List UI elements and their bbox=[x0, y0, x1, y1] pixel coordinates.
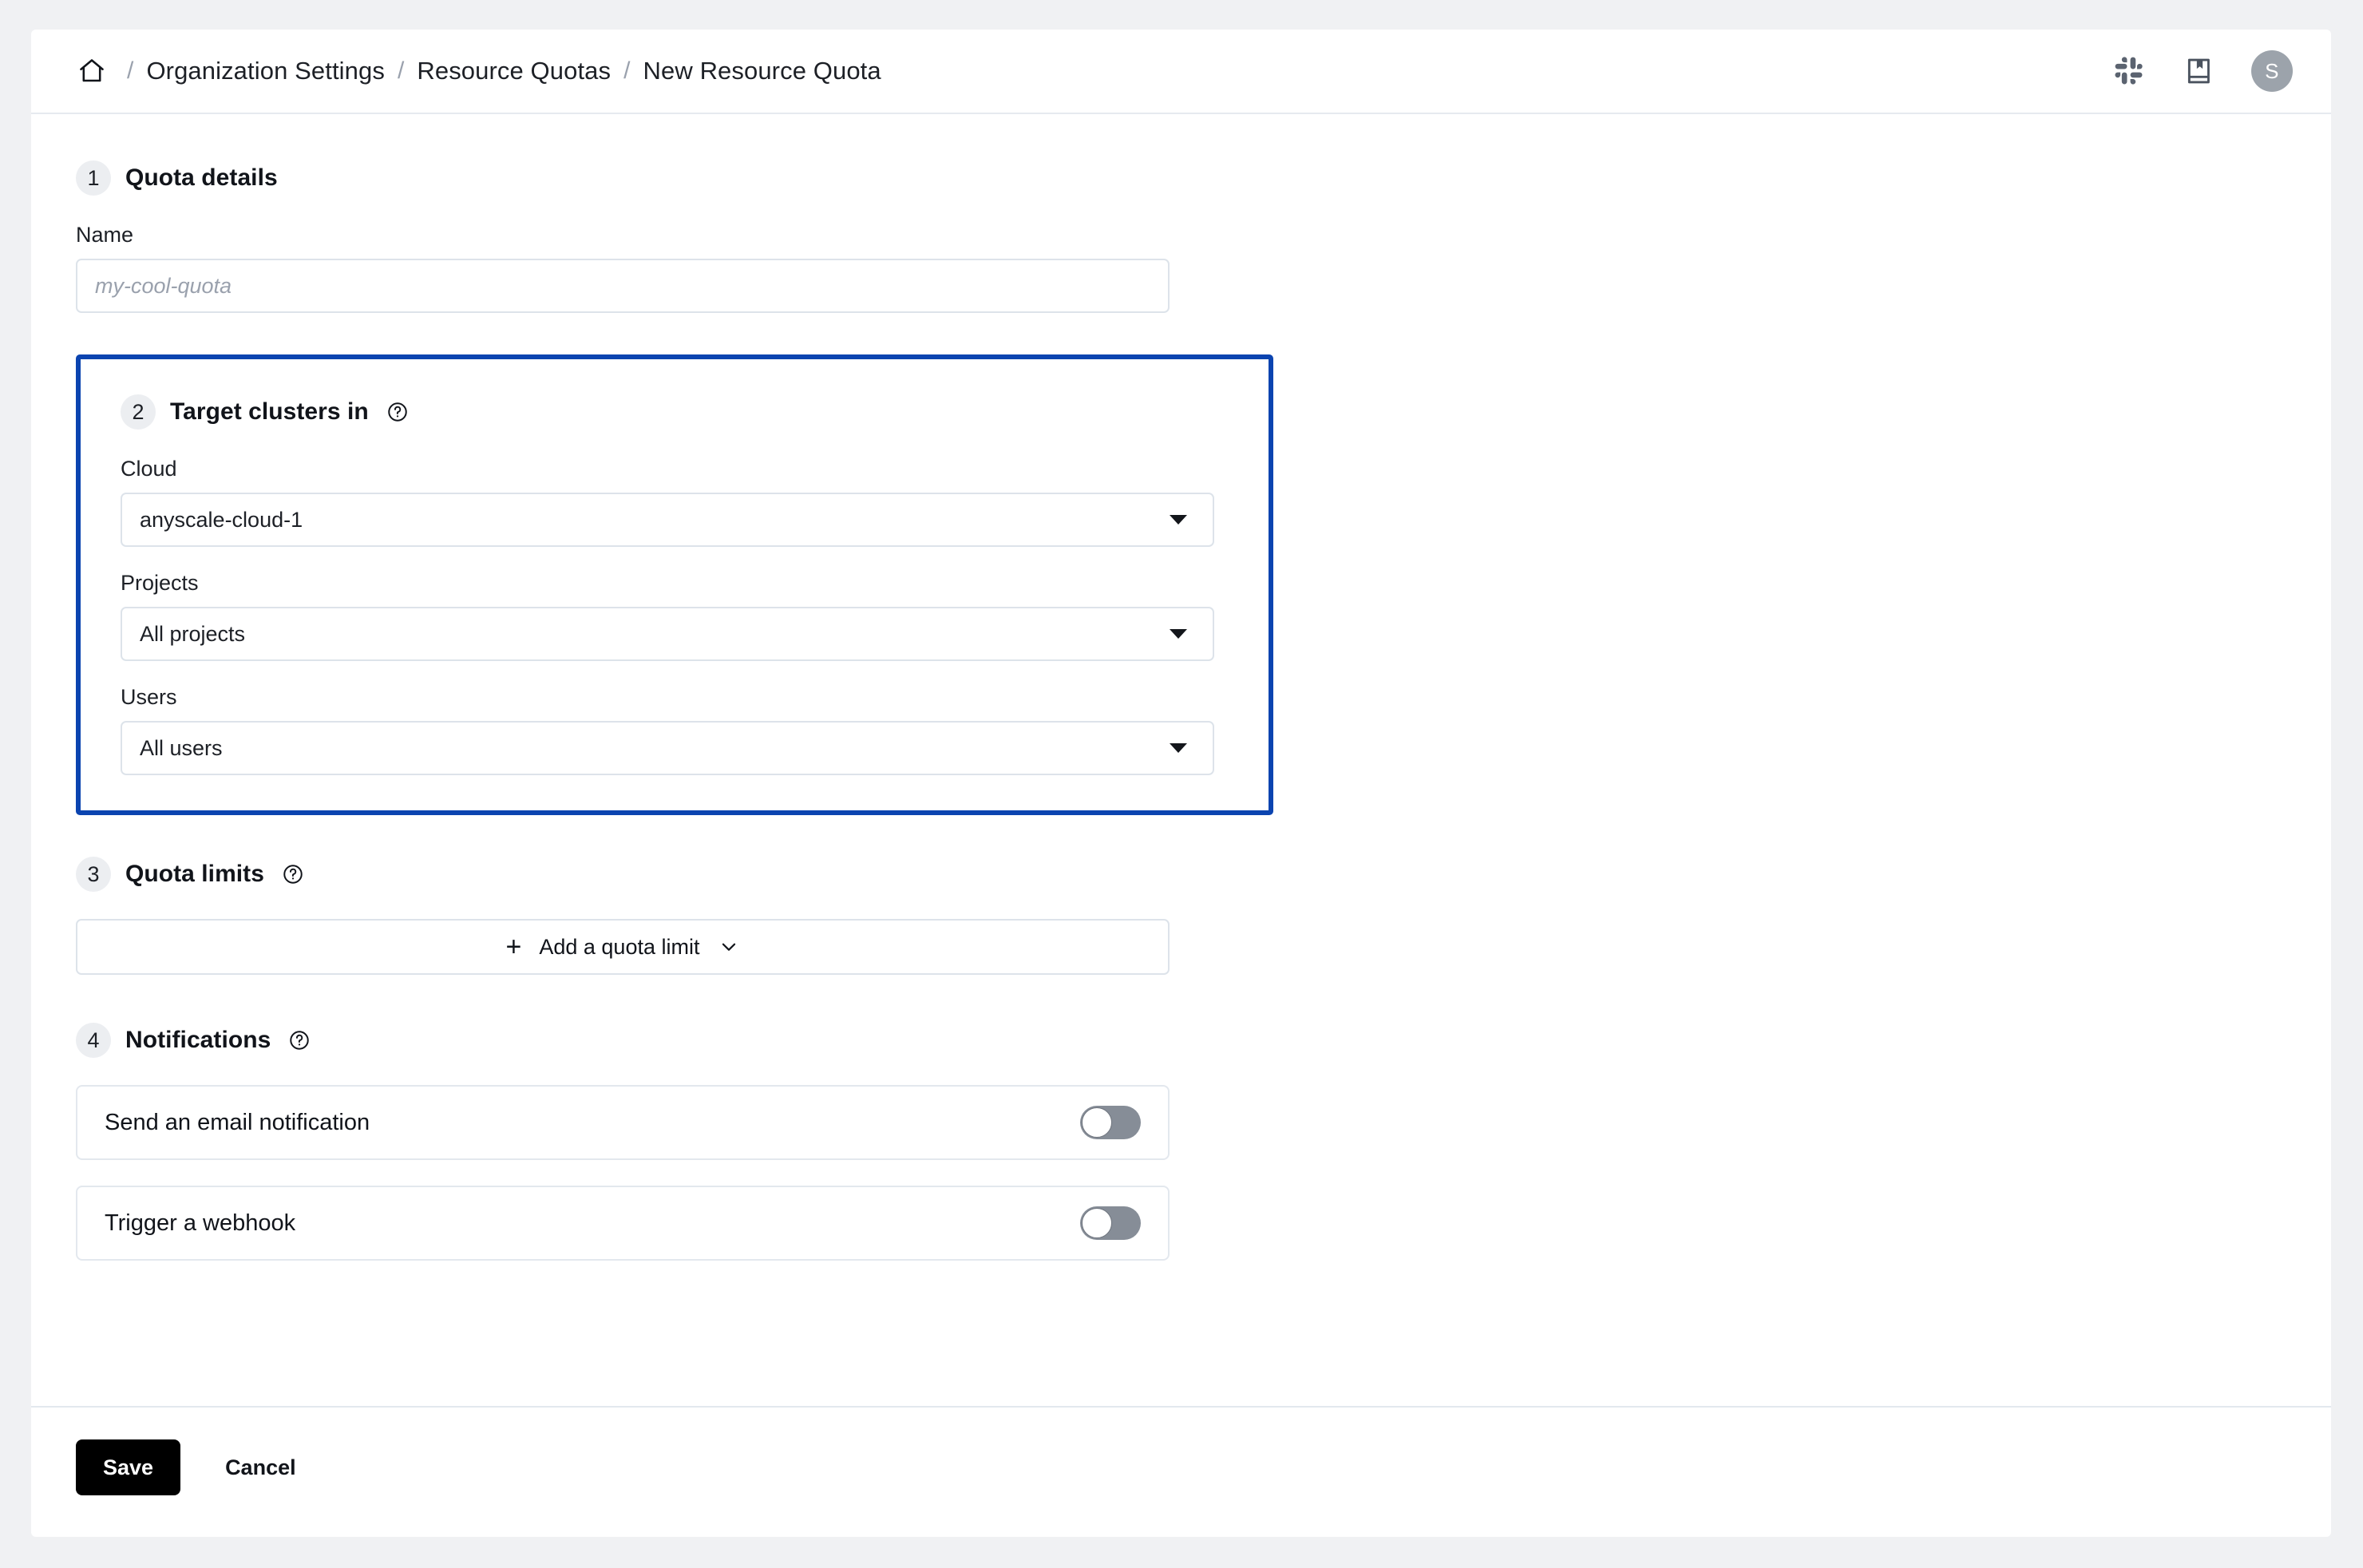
section-title-target-clusters: Target clusters in bbox=[170, 398, 369, 425]
top-bar: / Organization Settings / Resource Quota… bbox=[31, 30, 2331, 114]
help-circle-icon-target-clusters[interactable] bbox=[386, 400, 410, 424]
toggle-email-notification[interactable] bbox=[1080, 1106, 1141, 1139]
label-cloud: Cloud bbox=[121, 457, 177, 481]
breadcrumb-item-resource-quotas[interactable]: Resource Quotas bbox=[417, 57, 611, 85]
section-header-quota-details: 1 Quota details bbox=[76, 160, 2286, 196]
chevron-down-icon-add-quota-limit bbox=[718, 936, 739, 957]
breadcrumb: / Organization Settings / Resource Quota… bbox=[76, 55, 881, 87]
breadcrumb-separator-3: / bbox=[623, 57, 631, 84]
field-cloud: Cloud anyscale-cloud-1 bbox=[121, 457, 1229, 547]
help-circle-icon-notifications[interactable] bbox=[287, 1028, 311, 1052]
breadcrumb-separator-2: / bbox=[397, 57, 405, 84]
top-bar-actions: S bbox=[2111, 50, 2293, 92]
breadcrumb-item-organization-settings[interactable]: Organization Settings bbox=[146, 57, 385, 85]
notification-label-email: Send an email notification bbox=[105, 1109, 370, 1135]
field-projects: Projects All projects bbox=[121, 571, 1229, 661]
form-footer: Save Cancel bbox=[31, 1406, 2331, 1537]
section-title-notifications: Notifications bbox=[125, 1027, 271, 1053]
notification-label-webhook: Trigger a webhook bbox=[105, 1210, 296, 1236]
section-title-quota-limits: Quota limits bbox=[125, 861, 264, 887]
projects-select[interactable]: All projects bbox=[121, 607, 1214, 661]
step-badge-4: 4 bbox=[76, 1023, 111, 1058]
page-root: / Organization Settings / Resource Quota… bbox=[0, 0, 2363, 1568]
cloud-select-wrapper: anyscale-cloud-1 bbox=[121, 493, 1214, 547]
breadcrumb-item-new-resource-quota: New Resource Quota bbox=[643, 57, 881, 85]
form-body: 1 Quota details Name 2 Target clusters i… bbox=[31, 114, 2331, 1406]
section-quota-details: 1 Quota details Name bbox=[31, 160, 2331, 313]
avatar-initial: S bbox=[2265, 58, 2279, 83]
section-header-quota-limits: 3 Quota limits bbox=[76, 857, 2286, 892]
help-circle-icon-quota-limits[interactable] bbox=[281, 862, 305, 886]
breadcrumb-separator-1: / bbox=[127, 57, 134, 84]
projects-select-wrapper: All projects bbox=[121, 607, 1214, 661]
notification-row-email: Send an email notification bbox=[76, 1085, 1170, 1160]
notification-row-webhook: Trigger a webhook bbox=[76, 1186, 1170, 1261]
toggle-knob bbox=[1082, 1208, 1112, 1238]
section-quota-limits: 3 Quota limits + Add a quota limit bbox=[31, 857, 2331, 975]
step-badge-1: 1 bbox=[76, 160, 111, 196]
book-icon[interactable] bbox=[2181, 53, 2218, 89]
users-select[interactable]: All users bbox=[121, 721, 1214, 775]
plus-icon: + bbox=[505, 932, 522, 962]
section-header-notifications: 4 Notifications bbox=[76, 1023, 2286, 1058]
label-name: Name bbox=[76, 223, 134, 247]
label-projects: Projects bbox=[121, 571, 199, 595]
cloud-select[interactable]: anyscale-cloud-1 bbox=[121, 493, 1214, 547]
step-badge-2: 2 bbox=[121, 394, 156, 430]
add-quota-limit-label: Add a quota limit bbox=[539, 934, 700, 959]
users-select-wrapper: All users bbox=[121, 721, 1214, 775]
step-badge-3: 3 bbox=[76, 857, 111, 892]
cancel-button[interactable]: Cancel bbox=[204, 1439, 317, 1495]
avatar[interactable]: S bbox=[2251, 50, 2293, 92]
slack-icon[interactable] bbox=[2111, 53, 2147, 89]
home-icon[interactable] bbox=[76, 55, 108, 87]
add-quota-limit-button[interactable]: + Add a quota limit bbox=[76, 919, 1170, 975]
content-card: / Organization Settings / Resource Quota… bbox=[31, 30, 2331, 1537]
quota-name-input[interactable] bbox=[76, 259, 1170, 313]
section-header-target-clusters: 2 Target clusters in bbox=[121, 394, 1229, 430]
save-button[interactable]: Save bbox=[76, 1439, 181, 1495]
section-notifications: 4 Notifications Send an email notificati… bbox=[31, 1023, 2331, 1261]
highlight-box-target-clusters: 2 Target clusters in Cloud anyscale-clou… bbox=[76, 354, 1273, 815]
section-target-clusters-wrapper: 2 Target clusters in Cloud anyscale-clou… bbox=[31, 354, 2331, 815]
section-title-quota-details: Quota details bbox=[125, 164, 278, 191]
toggle-webhook[interactable] bbox=[1080, 1206, 1141, 1240]
toggle-knob bbox=[1082, 1107, 1112, 1138]
field-users: Users All users bbox=[121, 685, 1229, 775]
label-users: Users bbox=[121, 685, 177, 709]
